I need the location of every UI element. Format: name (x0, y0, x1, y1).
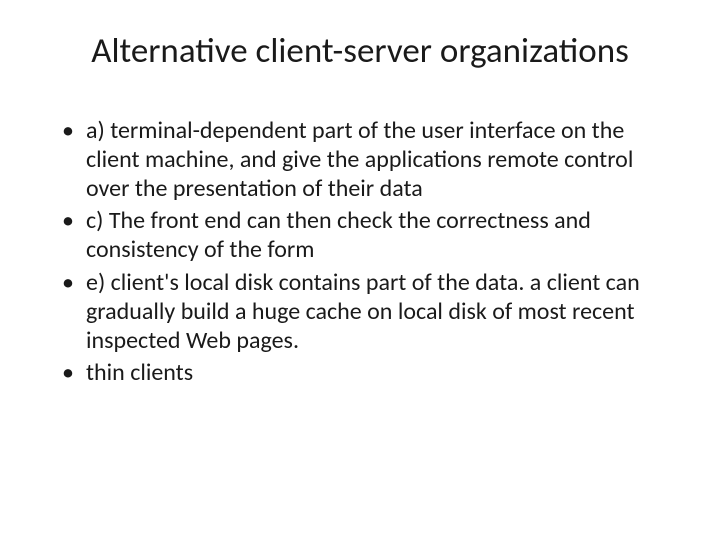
list-item: c) The front end can then check the corr… (68, 207, 680, 265)
list-item: thin clients (68, 359, 680, 388)
slide-title: Alternative client-server organizations (40, 30, 680, 72)
bullet-list: a) terminal-dependent part of the user i… (40, 117, 680, 388)
list-item: a) terminal-dependent part of the user i… (68, 117, 680, 203)
list-item: e) client's local disk contains part of … (68, 269, 680, 355)
slide-container: Alternative client-server organizations … (0, 0, 720, 540)
